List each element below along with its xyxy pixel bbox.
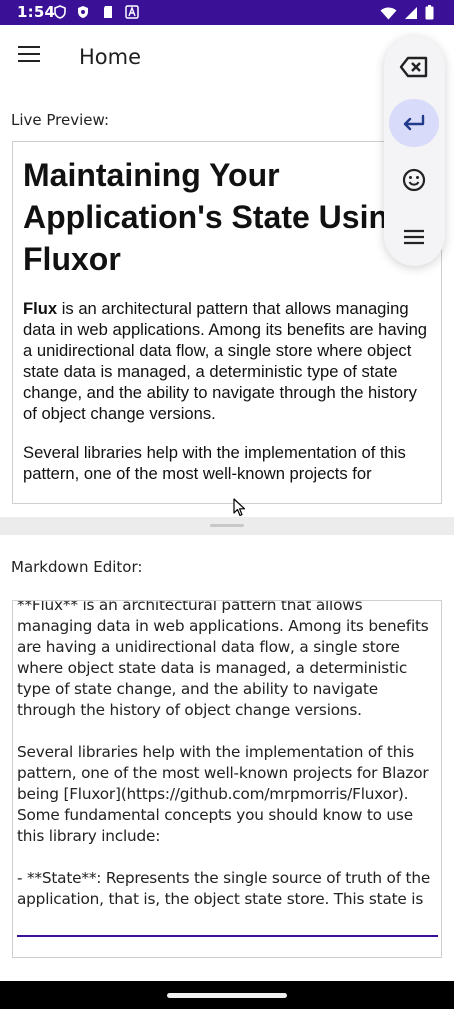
emoji-button[interactable] [389, 156, 439, 204]
battery-icon [425, 5, 434, 20]
shield-icon [54, 5, 66, 19]
preview-paragraph-1: Flux is an architectural pattern that al… [23, 298, 435, 424]
system-navigation-bar [0, 981, 454, 1009]
toolbar-menu-button[interactable] [389, 213, 439, 261]
backspace-icon [399, 56, 428, 78]
menu-lines-icon [404, 229, 424, 245]
emoji-icon [402, 168, 426, 192]
preview-bold-term: Flux [23, 299, 58, 318]
hamburger-menu-icon[interactable] [18, 46, 42, 68]
markdown-editor-textarea[interactable]: **Flux** is an architectural pattern tha… [12, 600, 442, 958]
sd-card-icon [104, 6, 112, 18]
enter-return-icon [403, 114, 425, 131]
page-title: Home [79, 45, 142, 69]
live-preview-label: Live Preview: [11, 111, 110, 129]
markdown-editor-content[interactable]: **Flux** is an architectural pattern tha… [17, 601, 437, 910]
wifi-icon [380, 7, 397, 19]
preview-heading: Maintaining Your Application's State Usi… [23, 157, 408, 277]
splitter-grip-handle[interactable] [210, 524, 244, 527]
font-a-icon [125, 5, 139, 19]
play-protect-icon [78, 6, 88, 18]
status-time: 1:54 [17, 3, 56, 21]
preview-paragraph-1-text: is an architectural pattern that allows … [23, 299, 428, 423]
editor-focus-underline [17, 935, 438, 937]
preview-paragraph-2: Several libraries help with the implemen… [23, 443, 406, 483]
cell-signal-icon [405, 6, 417, 19]
backspace-button[interactable] [389, 43, 439, 91]
home-gesture-handle[interactable] [167, 993, 287, 998]
enter-button[interactable] [389, 99, 439, 147]
mouse-cursor-icon [233, 498, 246, 517]
status-bar: 1:54 [0, 0, 454, 25]
floating-keyboard-toolbar [384, 36, 445, 266]
live-preview-panel[interactable]: Maintaining Your Application's State Usi… [12, 141, 442, 504]
markdown-editor-label: Markdown Editor: [11, 558, 143, 576]
panel-splitter[interactable] [0, 517, 454, 535]
